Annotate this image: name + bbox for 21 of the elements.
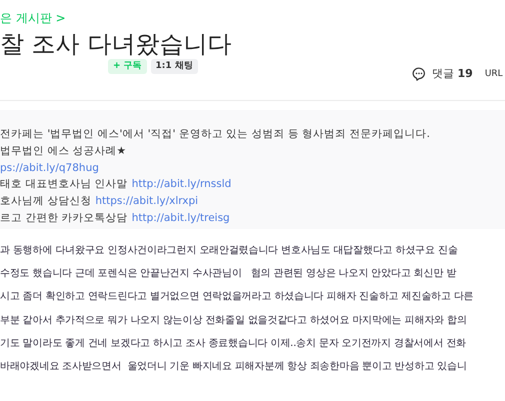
breadcrumb-link[interactable]: 은 게시판 > [0,10,66,27]
chat-button[interactable]: 1:1 채팅 [150,59,198,74]
notice-link[interactable]: http://abit.ly/rnssld [132,176,232,194]
body-text: 과 동행하에 다녀왔구요 인정사건이라그런지 오래안걸렸습니다 변호사님도 대답잘했다고 하셨구요 진술 [0,244,459,258]
body-text: 기도 말이라도 좋게 건네 보겠다고 하시고 조사 종료했습니다 이제..송치 문자 오기전까지 경찰서에서 전화 [0,336,467,351]
body-text: 바래야겠네요 조사받으면서 울었더니 기운 빠지네요 피해자분께 항상 죄송한마음 뿐이고 반성하고 있습니 [0,360,468,374]
notice-link[interactable]: http://abit.ly/treisg [132,210,230,227]
body-text: 시고 좀더 확인하고 연락드린다고 별거없으면 연락없을꺼라고 하셨습니다 피해자 진술하고 제진술하고 다른 [0,290,475,304]
notice-text: 전카페는 '법무법인 에스'에서 '직접' 운영하고 있는 성범죄 등 형사범죄 전문카페입니다. [0,127,430,142]
url-button[interactable]: URL [484,68,503,78]
post-title: 찰 조사 다녀왔습니다 [0,29,232,60]
notice-text: 르고 간편한 카카오톡상담 [0,210,128,226]
notice-link[interactable]: ps://abit.ly/q78hug [0,160,99,176]
notice-link[interactable]: https://abit.ly/xlrxpi [95,193,198,210]
notice-text: 태호 대표변호사님 인사말 [0,177,128,192]
subscribe-button[interactable]: + 구독 [108,59,147,74]
body-text: 수정도 했습니다 근데 포렌식은 안끝난건지 수사관님이 혐의 관련된 영상은 나오지 안았다고 회신만 받 [0,267,458,282]
notice-text: 법무법인 에스 성공사례★ [0,144,126,159]
body-text: 부분 같아서 추가적으로 뭐가 나오지 않는이상 전화줄일 없을것같다고 하셨어요 마지막에는 피해자와 합의 [0,314,468,328]
comment-count[interactable]: 댓글 19 [432,66,473,81]
notice-text: 호사님께 상담신청 [0,194,92,210]
